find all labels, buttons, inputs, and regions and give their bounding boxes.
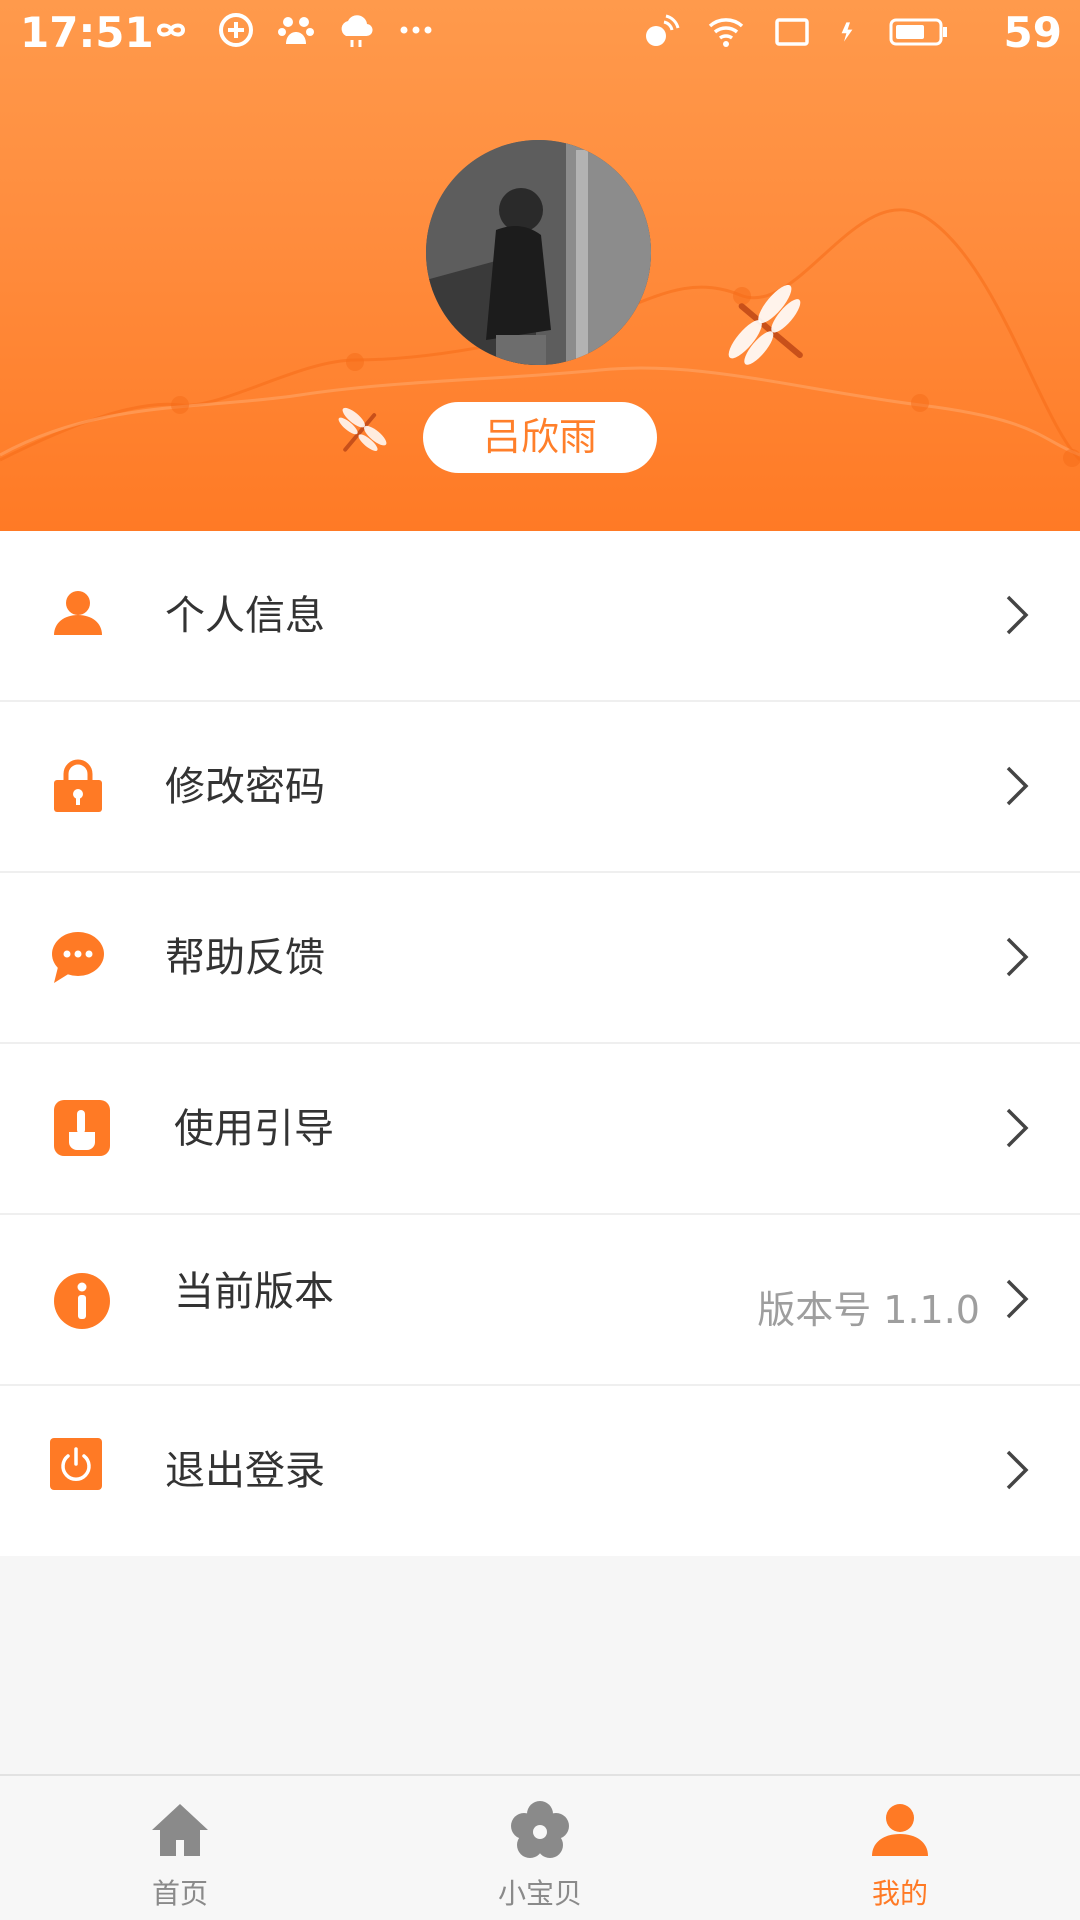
menu-item-current-version[interactable]: 当前版本 版本号 1.1.0 bbox=[0, 1215, 1080, 1386]
person-icon bbox=[54, 591, 102, 635]
avatar[interactable] bbox=[426, 140, 651, 365]
dragonfly-decoration-small bbox=[338, 407, 387, 452]
chevron-right-icon bbox=[1006, 1450, 1029, 1490]
menu-label: 个人信息 bbox=[165, 593, 325, 639]
menu-item-user-guide[interactable]: 使用引导 bbox=[0, 1044, 1080, 1215]
home-icon bbox=[152, 1804, 208, 1856]
cast-icon bbox=[775, 18, 809, 46]
status-time: 17:51 bbox=[20, 8, 154, 57]
dragonfly-decoration-large bbox=[728, 285, 803, 365]
infinity-icon bbox=[156, 23, 186, 37]
menu-label: 退出登录 bbox=[165, 1448, 325, 1494]
battery-icon bbox=[889, 18, 947, 46]
chevron-right-icon bbox=[1006, 1108, 1029, 1148]
settings-menu: 个人信息 修改密码 帮助反馈 使用引导 当前版本 版本号 1.1.0 退出登录 bbox=[0, 531, 1080, 1556]
wifi-icon bbox=[708, 18, 744, 47]
profile-header: 17:51 59 吕欣雨 bbox=[0, 0, 1080, 531]
power-icon bbox=[50, 1438, 102, 1490]
chat-bubble-icon bbox=[52, 932, 104, 983]
info-icon bbox=[54, 1273, 110, 1329]
menu-item-logout[interactable]: 退出登录 bbox=[0, 1386, 1080, 1556]
lock-icon bbox=[54, 759, 102, 812]
menu-label: 修改密码 bbox=[165, 764, 325, 810]
chevron-right-icon bbox=[1006, 937, 1029, 977]
menu-label: 当前版本 bbox=[174, 1269, 334, 1315]
nav-label: 小宝贝 bbox=[497, 1877, 582, 1910]
chevron-right-icon bbox=[1006, 1279, 1029, 1319]
hand-pointer-icon bbox=[54, 1100, 110, 1156]
sync-icon bbox=[219, 13, 253, 47]
nfc-icon bbox=[646, 14, 680, 46]
menu-label: 使用引导 bbox=[174, 1106, 334, 1152]
bottom-nav: 首页 小宝贝 我的 bbox=[0, 1774, 1080, 1920]
avatar-photo bbox=[426, 140, 651, 365]
nav-item-babies[interactable]: 小宝贝 bbox=[450, 1776, 630, 1920]
version-number: 版本号 1.1.0 bbox=[757, 1288, 980, 1332]
nav-item-mine[interactable]: 我的 bbox=[810, 1776, 990, 1920]
user-icon bbox=[872, 1804, 928, 1856]
nav-item-home[interactable]: 首页 bbox=[90, 1776, 270, 1920]
chevron-right-icon bbox=[1006, 595, 1029, 635]
flower-icon bbox=[511, 1801, 569, 1858]
username-badge[interactable]: 吕欣雨 bbox=[423, 402, 657, 473]
menu-item-personal-info[interactable]: 个人信息 bbox=[0, 531, 1080, 702]
menu-item-change-password[interactable]: 修改密码 bbox=[0, 702, 1080, 873]
baidu-paw-icon bbox=[278, 17, 314, 44]
charging-icon bbox=[841, 22, 853, 42]
status-bar: 17:51 59 bbox=[0, 0, 1080, 68]
battery-level: 59 bbox=[1003, 8, 1062, 57]
chevron-right-icon bbox=[1006, 766, 1029, 806]
weather-cloud-icon bbox=[341, 15, 373, 47]
menu-label: 帮助反馈 bbox=[165, 935, 325, 981]
menu-item-help-feedback[interactable]: 帮助反馈 bbox=[0, 873, 1080, 1044]
nav-label: 首页 bbox=[151, 1877, 208, 1910]
more-dots-icon bbox=[400, 26, 432, 34]
nav-label: 我的 bbox=[871, 1877, 928, 1910]
